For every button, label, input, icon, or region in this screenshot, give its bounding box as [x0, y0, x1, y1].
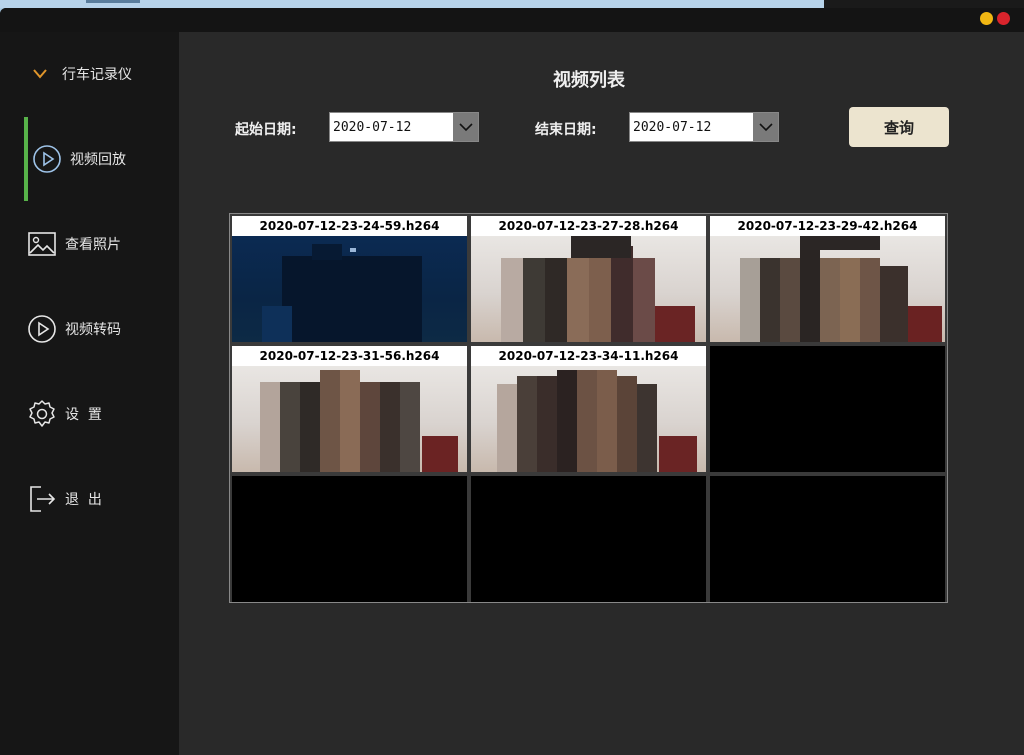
- app-window: 行车记录仪 视频回放 查看照片 视频转码 设 置 退 出 视频列表 起始日期: …: [0, 8, 1024, 755]
- chevron-down-icon: [458, 123, 473, 132]
- chevron-down-icon: [33, 69, 47, 79]
- video-filename: 2020-07-12-23-24-59.h264: [232, 216, 467, 236]
- sidebar-item-video-transcode[interactable]: 视频转码: [25, 287, 179, 371]
- gear-icon: [27, 399, 57, 429]
- sidebar-item-label: 视频回放: [70, 152, 126, 168]
- sidebar-item-label: 设 置: [65, 407, 102, 423]
- video-tile-empty: [471, 476, 706, 602]
- end-date-picker[interactable]: 2020-07-12: [629, 112, 779, 142]
- end-date-dropdown-button[interactable]: [753, 113, 778, 141]
- logout-icon: [27, 484, 57, 514]
- video-tile-empty: [710, 346, 945, 472]
- end-date-value: 2020-07-12: [633, 120, 712, 135]
- desktop-strip-dark: [824, 0, 1024, 8]
- video-thumbnail: [232, 366, 467, 472]
- play-circle-icon: [27, 314, 57, 344]
- sidebar: 行车记录仪 视频回放 查看照片 视频转码 设 置 退 出: [0, 32, 179, 755]
- close-button[interactable]: [997, 12, 1010, 25]
- sidebar-item-label: 视频转码: [65, 322, 121, 338]
- image-icon: [27, 229, 57, 259]
- video-thumbnail: [710, 236, 945, 342]
- sidebar-item-view-photos[interactable]: 查看照片: [25, 202, 179, 286]
- video-tile[interactable]: 2020-07-12-23-29-42.h264: [710, 216, 945, 342]
- desktop-tab: [86, 0, 140, 3]
- video-thumbnail: [471, 366, 706, 472]
- video-filename: 2020-07-12-23-34-11.h264: [471, 346, 706, 366]
- query-button[interactable]: 查询: [849, 107, 949, 147]
- chevron-down-icon: [758, 123, 773, 132]
- sidebar-header-label: 行车记录仪: [62, 67, 132, 83]
- video-filename: 2020-07-12-23-27-28.h264: [471, 216, 706, 236]
- video-tile[interactable]: 2020-07-12-23-34-11.h264: [471, 346, 706, 472]
- video-filename: 2020-07-12-23-31-56.h264: [232, 346, 467, 366]
- minimize-button[interactable]: [980, 12, 993, 25]
- sidebar-item-label: 退 出: [65, 492, 102, 508]
- sidebar-item-settings[interactable]: 设 置: [25, 372, 179, 456]
- title-bar[interactable]: [0, 8, 1024, 32]
- video-filename: 2020-07-12-23-29-42.h264: [710, 216, 945, 236]
- page-title: 视频列表: [553, 70, 625, 91]
- desktop-strip: [0, 0, 1024, 8]
- start-date-picker[interactable]: 2020-07-12: [329, 112, 479, 142]
- video-tile[interactable]: 2020-07-12-23-31-56.h264: [232, 346, 467, 472]
- play-circle-icon: [32, 144, 62, 174]
- video-tile-empty: [232, 476, 467, 602]
- sidebar-item-exit[interactable]: 退 出: [25, 457, 179, 541]
- start-date-value: 2020-07-12: [333, 120, 412, 135]
- video-tile[interactable]: 2020-07-12-23-27-28.h264: [471, 216, 706, 342]
- end-date-label: 结束日期:: [535, 122, 597, 138]
- video-thumbnail: [471, 236, 706, 342]
- main-panel: 视频列表 起始日期: 2020-07-12 结束日期: 2020-07-12 查…: [179, 32, 1024, 755]
- sidebar-header[interactable]: 行车记录仪: [30, 64, 132, 84]
- sidebar-item-label: 查看照片: [65, 237, 121, 253]
- video-tile-empty: [710, 476, 945, 602]
- video-grid: 2020-07-12-23-24-59.h264 2020-07-12-23-2…: [229, 213, 948, 603]
- video-thumbnail: [232, 236, 467, 342]
- start-date-dropdown-button[interactable]: [453, 113, 478, 141]
- video-tile[interactable]: 2020-07-12-23-24-59.h264: [232, 216, 467, 342]
- sidebar-item-video-playback[interactable]: 视频回放: [24, 117, 182, 201]
- start-date-label: 起始日期:: [235, 122, 297, 138]
